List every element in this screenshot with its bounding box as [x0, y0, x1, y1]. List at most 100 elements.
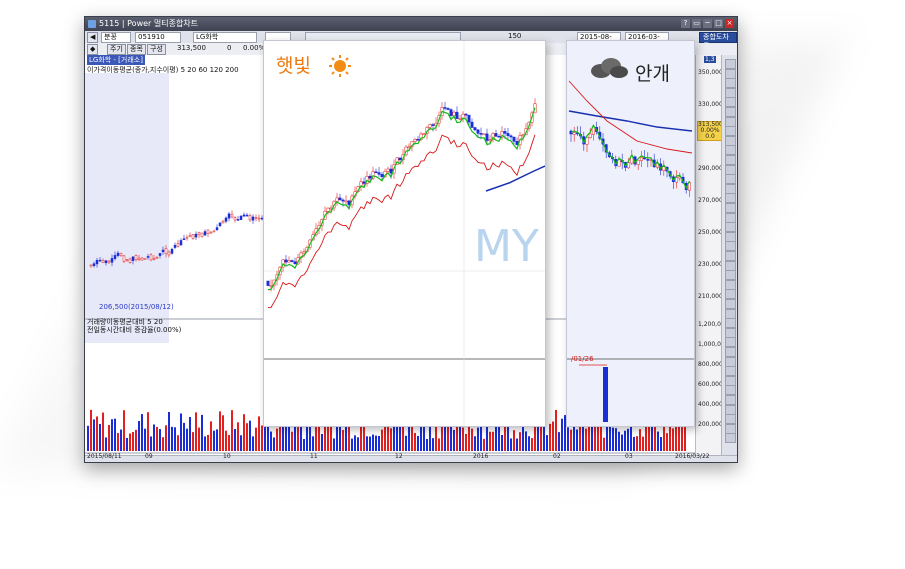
drawing-tool-icon[interactable] [725, 404, 736, 415]
drawing-tool-icon[interactable] [725, 145, 736, 156]
drawing-tool-icon[interactable] [725, 299, 736, 309]
drawing-tool-icon[interactable] [725, 231, 736, 242]
view-mode-button[interactable]: 종합도차트 [699, 32, 737, 50]
volume-bar [177, 435, 179, 451]
candle [233, 217, 237, 221]
watermark-text: MY [474, 221, 539, 272]
scrollbar[interactable] [85, 455, 737, 462]
compose-button[interactable]: 구성 [147, 44, 166, 55]
stock-button[interactable]: 종목 [127, 44, 146, 55]
volume-bar [546, 435, 548, 451]
volume-bar [609, 424, 611, 451]
drawing-tool-icon[interactable] [725, 241, 736, 252]
volume-bar [312, 436, 314, 451]
drawing-tool-icon[interactable] [725, 414, 736, 425]
drawing-tool-icon[interactable] [725, 203, 736, 213]
drawing-tool-icon[interactable] [725, 366, 736, 377]
drawing-tool-icon[interactable] [725, 356, 736, 367]
drawing-tool-icon[interactable] [725, 318, 736, 329]
candle [188, 235, 192, 237]
drawing-tool-icon[interactable] [725, 59, 736, 69]
title-bar[interactable]: 5115 | Power 멀티종합차트 ? ▭ ─ □ × [85, 17, 737, 31]
drawing-tool-icon[interactable] [725, 164, 736, 175]
stock-code-input[interactable]: 051910 [135, 32, 181, 43]
help-icon[interactable]: ? [681, 19, 690, 28]
volume-bar [306, 425, 308, 451]
candle [227, 213, 231, 219]
volume-bar [156, 426, 158, 451]
candle [218, 222, 222, 227]
price-tick-label: 270,000 [698, 197, 723, 204]
drawing-tool-icon[interactable] [725, 385, 736, 396]
drawing-tool-icon[interactable] [725, 135, 736, 146]
volume-bar [426, 438, 428, 451]
volume-bar [243, 414, 245, 451]
drawing-tool-icon[interactable] [725, 260, 736, 271]
sunny-label: 햇빛 [276, 55, 311, 77]
drawing-tool-icon[interactable] [725, 155, 736, 165]
volume-tick-label: 800,000 [698, 361, 723, 368]
prev-icon[interactable]: ◀ [87, 32, 99, 43]
drawing-tool-icon[interactable] [725, 327, 736, 338]
candle [467, 114, 471, 123]
period-button[interactable]: 주기 [107, 44, 126, 55]
drawing-tool-icon[interactable] [725, 270, 736, 281]
volume-bar [483, 438, 485, 451]
candle [170, 248, 174, 254]
volume-bar [168, 411, 170, 451]
drawing-tool-icon[interactable] [725, 395, 736, 405]
candle [473, 127, 477, 131]
volume-bar [276, 428, 278, 451]
minimize-icon[interactable]: ─ [703, 19, 712, 28]
volume-bar [462, 427, 464, 451]
volume-bar [618, 431, 620, 451]
candle [266, 280, 270, 286]
drawing-tool-icon[interactable] [725, 183, 736, 194]
drawing-tool-icon[interactable] [725, 337, 736, 348]
maximize-icon[interactable]: □ [714, 19, 723, 28]
cloudy-mode-panel[interactable]: 안개 /01/26 [566, 40, 695, 427]
volume-bar [369, 436, 371, 451]
volume-bar [213, 430, 215, 451]
drawing-tool-icon[interactable] [725, 174, 736, 185]
drawing-tool-icon[interactable] [725, 347, 736, 357]
nav-icon[interactable]: ◆ [87, 44, 99, 55]
drawing-tool-icon[interactable] [725, 97, 736, 108]
drawing-tool-icon[interactable] [725, 78, 736, 89]
market-select[interactable]: 분꽁 [101, 32, 131, 43]
volume-tick-label: 600,000 [698, 381, 723, 388]
volume-bar [138, 421, 140, 451]
drawing-tool-icon[interactable] [725, 68, 736, 79]
drawing-tool-icon[interactable] [725, 116, 736, 127]
drawing-tool-icon[interactable] [725, 107, 736, 117]
volume-bar [153, 424, 155, 451]
stock-name-field[interactable]: LG화학 [193, 32, 257, 43]
volume-bar [255, 427, 257, 451]
drawing-tool-icon[interactable] [725, 289, 736, 300]
close-icon[interactable]: × [725, 19, 734, 28]
drawing-tool-icon[interactable] [725, 423, 736, 434]
drawing-tool-icon[interactable] [725, 433, 736, 444]
candle [485, 133, 489, 141]
restore-icon[interactable]: ▭ [692, 19, 701, 28]
drawing-tool-icon[interactable] [725, 375, 736, 386]
drawing-tool-icon[interactable] [725, 251, 736, 261]
candle [335, 197, 339, 202]
sunny-mode-panel[interactable]: 햇빛 MY [263, 40, 546, 427]
volume-bar [603, 437, 605, 451]
drawing-tool-icon[interactable] [725, 126, 736, 137]
candle [287, 260, 291, 263]
candle [203, 231, 207, 236]
volume-bar [171, 426, 173, 451]
candle [152, 258, 156, 260]
drawing-tool-icon[interactable] [725, 193, 736, 204]
volume-bar [492, 431, 494, 451]
candle [182, 238, 186, 241]
candle [143, 258, 147, 260]
drawing-tool-icon[interactable] [725, 308, 736, 319]
drawing-tool-icon[interactable] [725, 279, 736, 290]
date-tick-label: 09 [145, 453, 153, 460]
drawing-tool-icon[interactable] [725, 87, 736, 98]
drawing-tool-icon[interactable] [725, 212, 736, 223]
drawing-tool-icon[interactable] [725, 222, 736, 233]
